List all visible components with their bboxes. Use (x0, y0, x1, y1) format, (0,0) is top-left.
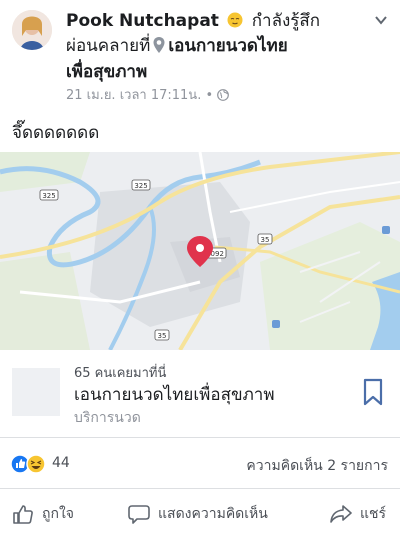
route-label-35-a: 35 (261, 236, 270, 244)
reactions-bar: 44 ความคิดเห็น 2 รายการ (0, 442, 400, 488)
author-avatar[interactable] (12, 10, 52, 50)
place-link-part1[interactable]: เอนกายนวดไทย (168, 36, 287, 56)
location-pin-icon (152, 36, 166, 54)
post-header: Pook Nutchapat กำลังรู้สึก ผ่อนคลายที่ เอ… (0, 0, 400, 112)
relieved-emoji-icon (227, 11, 243, 28)
action-bar: ถูกใจ แสดงความคิดเห็น แชร์ (0, 488, 400, 538)
thumbs-up-icon (13, 505, 33, 524)
comment-button[interactable]: แสดงความคิดเห็น (128, 489, 268, 538)
share-button-label: แชร์ (359, 506, 386, 522)
place-link-part2[interactable]: เพื่อสุขภาพ (66, 60, 147, 84)
like-button-label: ถูกใจ (42, 506, 74, 522)
post-timestamp[interactable]: 21 เม.ย. เวลา 17:11น. (66, 88, 201, 103)
feeling-place-line: ผ่อนคลายที่ เอนกายนวดไทย (66, 34, 366, 58)
at-text: ที่ (139, 36, 151, 56)
like-button[interactable]: ถูกใจ (12, 489, 74, 538)
map-graphic: 325 325 35 35 3092 (0, 152, 400, 350)
feeling-word: ผ่อนคลาย (66, 36, 140, 56)
comment-count-link[interactable]: ความคิดเห็น 2 รายการ (246, 455, 388, 477)
meta-separator: • (205, 88, 214, 103)
haha-reaction-icon (26, 454, 46, 474)
place-name[interactable]: เอนกายนวดไทยเพื่อสุขภาพ (74, 381, 275, 408)
share-button[interactable]: แชร์ (330, 489, 386, 538)
route-label-325-a: 325 (42, 192, 55, 200)
share-arrow-icon (330, 505, 352, 523)
location-map[interactable]: 325 325 35 35 3092 (0, 152, 400, 350)
save-bookmark-icon[interactable] (362, 378, 384, 406)
reaction-icons[interactable] (10, 453, 50, 475)
visitors-count: 65 คนเคยมาที่นี่ (74, 366, 167, 381)
avatar-image (12, 10, 52, 50)
public-globe-icon (217, 89, 230, 101)
comment-bubble-icon (128, 505, 150, 524)
route-label-325-b: 325 (134, 182, 147, 190)
more-options-icon[interactable] (374, 12, 388, 28)
author-line: Pook Nutchapat กำลังรู้สึก (66, 9, 366, 33)
place-thumbnail (12, 368, 60, 416)
feeling-text: กำลังรู้สึก (251, 11, 321, 31)
post-text: จึ๊ดดดดดดด (12, 123, 100, 143)
author-name[interactable]: Pook Nutchapat (66, 11, 219, 31)
reaction-count[interactable]: 44 (52, 455, 70, 471)
route-label-35-b: 35 (158, 332, 167, 340)
place-category: บริการนวด (74, 410, 141, 426)
place-card[interactable]: 65 คนเคยมาที่นี่ เอนกายนวดไทยเพื่อสุขภาพ… (0, 350, 400, 438)
post-meta: 21 เม.ย. เวลา 17:11น. • (66, 88, 230, 104)
comment-button-label: แสดงความคิดเห็น (158, 506, 268, 522)
